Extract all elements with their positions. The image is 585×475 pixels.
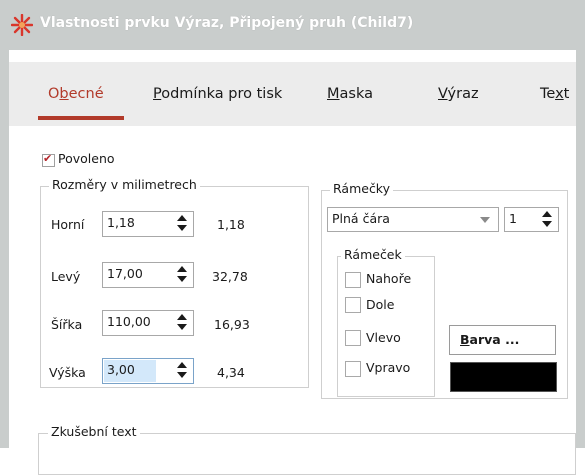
- spin-down-icon: [177, 276, 187, 282]
- enabled-checkbox[interactable]: [42, 152, 55, 167]
- window-frame-right: [576, 50, 585, 448]
- frame-left-label: Vlevo: [366, 330, 401, 345]
- height-value: 3,00: [107, 362, 135, 377]
- spin-up-icon: [177, 314, 187, 320]
- frame-bottom-checkbox[interactable]: [345, 297, 361, 313]
- width-label: Šířka: [51, 317, 83, 332]
- height-computed: 4,34: [217, 365, 245, 380]
- color-swatch: [450, 362, 557, 392]
- title-bar[interactable]: Vlastnosti prvku Výraz, Připojený pruh (…: [0, 0, 585, 50]
- spin-up-icon: [177, 215, 187, 221]
- left-computed: 32,78: [212, 269, 248, 284]
- top-spin-arrows[interactable]: [177, 215, 187, 232]
- sample-text-group-title: Zkušební text: [48, 424, 140, 439]
- frame-right-checkbox[interactable]: [345, 361, 361, 377]
- spin-down-icon: [177, 324, 187, 330]
- enabled-label: Povoleno: [58, 151, 115, 166]
- tab-text[interactable]: Text: [540, 86, 569, 102]
- spin-down-icon: [542, 221, 552, 227]
- frame-left-checkbox[interactable]: [345, 330, 361, 346]
- line-width-spin-arrows[interactable]: [542, 211, 552, 228]
- left-spin-arrows[interactable]: [177, 266, 187, 283]
- frame-bottom-label: Dole: [366, 297, 395, 312]
- left-spinbox[interactable]: 17,00: [102, 262, 194, 288]
- color-button-label: Barva ...: [460, 332, 520, 347]
- chevron-down-icon: [480, 217, 490, 223]
- width-spinbox[interactable]: 110,00: [102, 310, 194, 336]
- borders-group-title: Rámečky: [330, 181, 394, 196]
- tab-general[interactable]: Obecné: [48, 86, 104, 102]
- height-spin-arrows[interactable]: [177, 362, 187, 379]
- top-spinbox[interactable]: 1,18: [102, 211, 194, 237]
- frame-group-title: Rámeček: [341, 247, 405, 262]
- line-style-dropdown[interactable]: Plná čára: [327, 207, 499, 232]
- spin-down-icon: [177, 372, 187, 378]
- active-tab-indicator: [38, 116, 124, 120]
- spin-up-icon: [542, 211, 552, 217]
- top-computed: 1,18: [217, 217, 245, 232]
- tab-print-condition[interactable]: Podmínka pro tisk: [153, 86, 282, 102]
- width-value: 110,00: [107, 314, 151, 329]
- line-width-value: 1: [509, 211, 517, 226]
- line-style-value: Plná čára: [332, 211, 390, 226]
- top-label: Horní: [51, 217, 85, 232]
- frame-top-checkbox[interactable]: [345, 272, 361, 288]
- height-spinbox[interactable]: 3,00: [102, 358, 194, 384]
- window-title: Vlastnosti prvku Výraz, Připojený pruh (…: [40, 15, 414, 31]
- sample-text-group: [38, 433, 576, 475]
- dimensions-group-title: Rozměry v milimetrech: [49, 177, 200, 192]
- height-label: Výška: [49, 365, 86, 380]
- frame-right-label: Vpravo: [366, 360, 411, 375]
- width-spin-arrows[interactable]: [177, 314, 187, 331]
- left-label: Levý: [51, 269, 81, 284]
- left-value: 17,00: [107, 266, 143, 281]
- spin-up-icon: [177, 362, 187, 368]
- spin-up-icon: [177, 266, 187, 272]
- red-star-icon: [11, 14, 33, 36]
- tab-mask[interactable]: Maska: [327, 86, 373, 102]
- width-computed: 16,93: [214, 317, 250, 332]
- window-frame-left: [0, 50, 9, 448]
- line-width-spinbox[interactable]: 1: [504, 207, 559, 232]
- spin-down-icon: [177, 225, 187, 231]
- color-button[interactable]: Barva ...: [449, 325, 556, 355]
- top-value: 1,18: [107, 215, 135, 230]
- frame-top-label: Nahoře: [366, 271, 412, 286]
- tab-expression[interactable]: Výraz: [438, 86, 479, 102]
